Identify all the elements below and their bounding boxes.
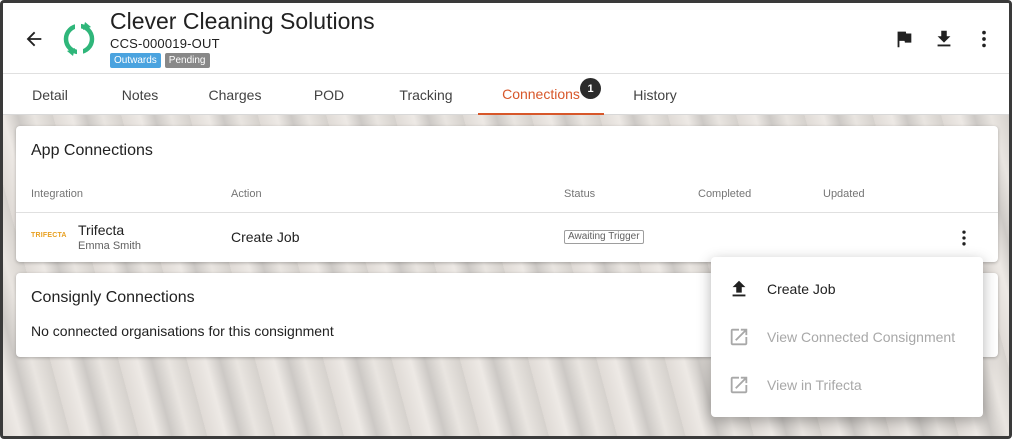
flag-icon[interactable]	[891, 26, 917, 52]
company-name: Clever Cleaning Solutions	[110, 8, 375, 34]
row-actions-menu: Create Job View Connected Consignment Vi…	[711, 257, 983, 417]
menu-item-label: Create Job	[767, 281, 836, 297]
integration-name: Trifecta	[78, 222, 125, 238]
status-chip: Awaiting Trigger	[564, 230, 644, 244]
tab-charges[interactable]: Charges	[193, 74, 277, 115]
row-more-vert-icon[interactable]	[953, 227, 975, 249]
tab-history[interactable]: History	[615, 74, 695, 115]
header-divider	[16, 212, 998, 213]
tab-detail[interactable]: Detail	[11, 74, 89, 115]
menu-item-view-in-trifecta[interactable]: View in Trifecta	[711, 361, 983, 409]
empty-message: No connected organisations for this cons…	[31, 323, 334, 339]
company-logo	[61, 21, 97, 57]
app-connections-title: App Connections	[31, 142, 153, 159]
status-badges: Outwards Pending	[110, 53, 210, 68]
app-connections-card: App Connections Integration Action Statu…	[16, 126, 998, 262]
trifecta-logo: TRIFECTA	[31, 232, 67, 239]
open-in-new-icon	[727, 373, 751, 397]
integration-user: Emma Smith	[78, 240, 141, 252]
header-actions	[891, 26, 997, 52]
direction-badge: Outwards	[110, 53, 161, 68]
status-badge: Pending	[164, 53, 210, 68]
tab-tracking[interactable]: Tracking	[383, 74, 469, 115]
download-icon[interactable]	[931, 26, 957, 52]
app-window: Clever Cleaning Solutions CCS-000019-OUT…	[0, 0, 1012, 439]
menu-item-label: View Connected Consignment	[767, 329, 956, 345]
column-header-updated: Updated	[823, 188, 865, 200]
more-vert-icon[interactable]	[971, 26, 997, 52]
action-value: Create Job	[231, 229, 300, 245]
menu-item-label: View in Trifecta	[767, 377, 862, 393]
tab-bar: Detail Notes Charges POD Tracking Connec…	[3, 73, 1009, 115]
connections-count-badge: 1	[580, 78, 601, 99]
menu-item-view-connected-consignment[interactable]: View Connected Consignment	[711, 313, 983, 361]
tab-pod[interactable]: POD	[293, 74, 365, 115]
consignly-connections-title: Consignly Connections	[31, 289, 195, 306]
consignment-reference: CCS-000019-OUT	[110, 36, 220, 51]
column-header-completed: Completed	[698, 188, 752, 200]
tab-notes[interactable]: Notes	[101, 74, 179, 115]
open-in-new-icon	[727, 325, 751, 349]
upload-icon	[727, 277, 751, 301]
column-header-action: Action	[231, 188, 262, 200]
column-header-status: Status	[564, 188, 596, 200]
page-header: Clever Cleaning Solutions CCS-000019-OUT…	[3, 3, 1009, 73]
column-header-integration: Integration	[31, 188, 83, 200]
menu-item-create-job[interactable]: Create Job	[711, 265, 983, 313]
back-arrow-icon[interactable]	[21, 26, 47, 52]
